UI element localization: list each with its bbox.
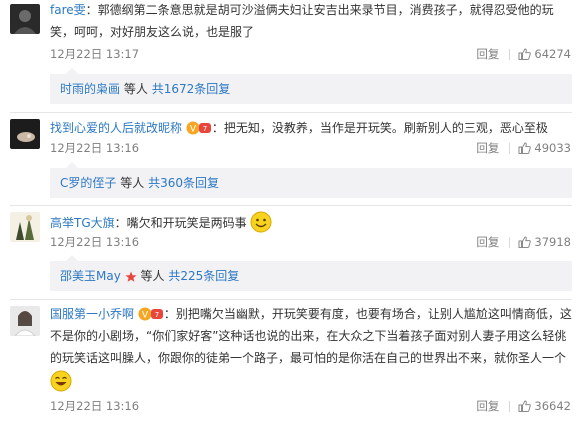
replies-summary[interactable]: 邵美玉May 等人 共225条回复 xyxy=(50,255,572,291)
grinning-emoji-icon xyxy=(50,370,72,392)
reply-count-link[interactable]: 共225条回复 xyxy=(168,269,239,283)
thumbs-up-icon xyxy=(518,236,532,248)
reply-mid-text: 等人 xyxy=(140,269,165,283)
avatar[interactable] xyxy=(10,212,40,242)
comment-username[interactable]: 国服第一小乔啊 xyxy=(50,307,134,321)
reply-user-link[interactable]: 邵美玉May xyxy=(60,269,121,283)
divider xyxy=(509,400,511,412)
comment-text: ：郭德纲第二条意思就是胡可沙溢俩夫妇让安吉出来录节目，消费孩子，就得忍受他的玩 xyxy=(85,3,554,17)
replies-summary[interactable]: C罗的侄子 等人 共360条回复 xyxy=(50,162,572,198)
comment-username[interactable]: fare雯 xyxy=(50,3,86,17)
star-icon xyxy=(125,271,137,282)
comment-text: ：别把嘴欠当幽默，开玩笑要有度，也要有场合，让别人尴尬这叫情商低，这 xyxy=(163,307,572,321)
reply-count-link[interactable]: 共360条 xyxy=(148,176,195,190)
smiley-emoji-icon xyxy=(250,211,272,233)
divider xyxy=(509,142,511,154)
comment-timestamp: 12月22日 13:16 xyxy=(50,141,140,155)
reply-mid-text: 等人 xyxy=(120,176,145,190)
comment-text: ：把无知，没教养，当作是开玩笑。刷新别人的三观，恶心至极 xyxy=(211,121,548,135)
divider xyxy=(10,112,572,113)
svg-text:V: V xyxy=(142,311,149,321)
divider xyxy=(10,299,572,300)
like-count: 36642 xyxy=(534,399,571,413)
svg-text:V: V xyxy=(190,125,197,135)
comment-timestamp: 12月22日 13:17 xyxy=(50,47,140,61)
divider xyxy=(509,48,511,60)
comment-timestamp: 12月22日 13:16 xyxy=(50,235,140,249)
reply-user-link[interactable]: C罗的侄子 xyxy=(60,176,116,190)
like-button[interactable]: 49033 xyxy=(518,140,571,156)
thumbs-up-icon xyxy=(518,400,532,412)
reply-button[interactable]: 回复 xyxy=(476,46,499,62)
like-count: 49033 xyxy=(534,141,571,155)
avatar[interactable] xyxy=(10,306,40,336)
thumbs-up-icon xyxy=(518,48,532,60)
reply-button[interactable]: 回复 xyxy=(476,234,499,250)
divider xyxy=(10,205,572,206)
reply-user-link[interactable]: 时雨的枭画 xyxy=(60,82,120,96)
like-button[interactable]: 37918 xyxy=(518,234,571,250)
reply-button[interactable]: 回复 xyxy=(476,398,499,414)
vip-badge-icon: V7 xyxy=(138,307,163,321)
reply-mid-text: 等人 xyxy=(123,82,148,96)
vip-badge-icon: V7 xyxy=(186,121,211,135)
reply-tail-link[interactable]: 回复 xyxy=(195,176,219,190)
like-button[interactable]: 64274 xyxy=(518,46,571,62)
avatar[interactable] xyxy=(10,119,40,149)
comment-text: ：嘴欠和开玩笑是两码事 xyxy=(114,216,247,230)
comment-timestamp: 12月22日 13:16 xyxy=(50,399,140,413)
replies-summary[interactable]: 时雨的枭画 等人 共1672条回复 xyxy=(50,68,572,104)
like-count: 37918 xyxy=(534,235,571,249)
like-button[interactable]: 36642 xyxy=(518,398,571,414)
reply-button[interactable]: 回复 xyxy=(476,140,499,156)
thumbs-up-icon xyxy=(518,142,532,154)
comment-text: 不是你的小剧场，“你们家好客”这种话也说的出来，在大众之下当着孩子面对别人妻子用… xyxy=(50,329,567,343)
comment-text: 笑，呵呵，对好朋友这么说，也是服了 xyxy=(50,25,255,39)
comment-username[interactable]: 找到心爱的人后就改昵称 xyxy=(50,121,182,135)
svg-text:7: 7 xyxy=(203,125,207,133)
reply-count-link[interactable]: 共1672条回复 xyxy=(152,82,231,96)
comment-text: 的玩笑话这叫臊人，你跟你的徒弟一个路子，最可怕的是你活在自己的世界出不来，就你圣… xyxy=(50,351,567,365)
comment-username[interactable]: 高举TG大旗 xyxy=(50,216,115,230)
svg-text:7: 7 xyxy=(155,311,159,319)
divider xyxy=(509,236,511,248)
avatar[interactable] xyxy=(10,4,40,34)
like-count: 64274 xyxy=(534,47,571,61)
